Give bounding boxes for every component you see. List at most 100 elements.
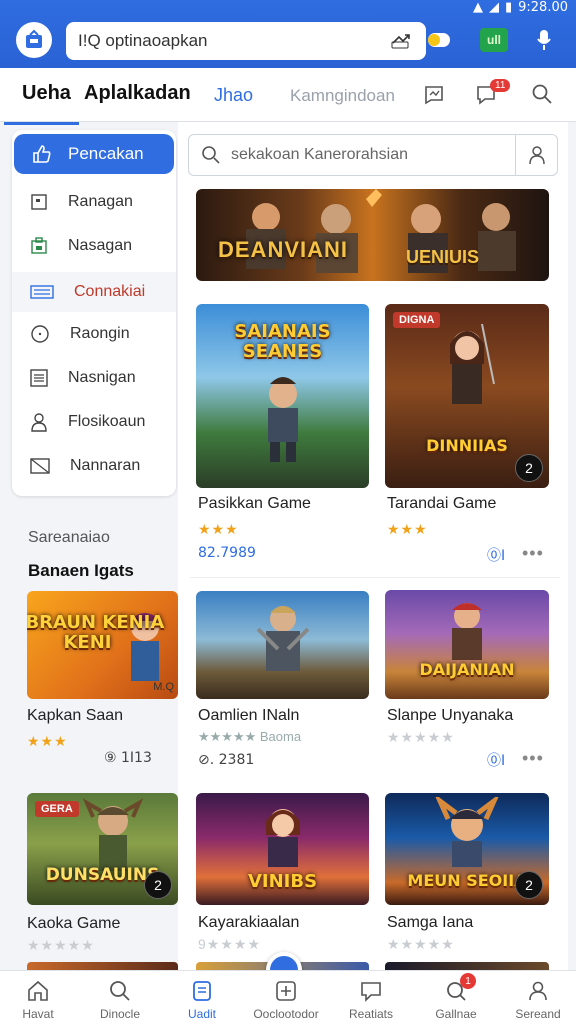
game-card-image[interactable]: DAIJANIAN — [385, 590, 549, 699]
more-options-icon[interactable]: ••• — [522, 543, 544, 564]
nav-label: Gallnae — [435, 1007, 477, 1021]
apps-icon — [193, 981, 211, 1001]
tab-kamngindoan[interactable]: Kamngindoan — [290, 86, 395, 106]
sidebar-primary-label: Pencakan — [68, 144, 144, 163]
character-figure — [267, 377, 298, 462]
tab-ueha[interactable]: Ueha — [4, 82, 79, 125]
sidebar-item-nasnigan[interactable]: Nasnigan — [12, 358, 176, 398]
toggle-icon[interactable] — [426, 28, 452, 52]
info-circle-icon — [31, 325, 49, 343]
tab-jhao[interactable]: Jhao — [205, 85, 262, 125]
list-icon — [30, 369, 48, 387]
card-title[interactable]: Tarandai Game — [387, 495, 496, 513]
sidebar-item-label: Nasnigan — [68, 369, 136, 386]
game-card-image[interactable]: MEUN SEOIIA 2 — [385, 793, 549, 905]
card-logo: DAIJANIAN — [419, 660, 515, 679]
search-icon — [110, 981, 130, 1001]
card-title[interactable]: Pasikkan Game — [198, 495, 311, 513]
card-title[interactable]: Oamlien INaln — [198, 707, 299, 725]
profile-icon[interactable] — [515, 135, 557, 175]
search-icon — [202, 146, 220, 164]
browser-toolbar: ▲ ◢ ▮ 9:28.00 I!Q optinaoapkan ull — [0, 0, 576, 68]
search-box[interactable]: sekakoan Kanerorahsian — [188, 134, 558, 176]
bookmark-icon[interactable] — [422, 82, 446, 106]
search-icon[interactable] — [530, 82, 554, 106]
share-icon[interactable] — [388, 30, 414, 52]
nav-item-ooclootodor[interactable]: Ooclootodor — [250, 971, 322, 1024]
microphone-icon[interactable] — [532, 28, 556, 52]
card-title[interactable]: Kayarakiaalan — [198, 914, 299, 932]
game-card-image[interactable]: DUNSAUINS GERA 2 — [27, 793, 178, 905]
card-title[interactable]: Slanpe Unyanaka — [387, 707, 513, 725]
sidebar-item-label: Flosikoaun — [68, 413, 146, 430]
card-title[interactable]: Samga Iana — [387, 914, 473, 932]
card-corner-label: M.Q — [153, 681, 174, 693]
banner-title-left: DEANVIANI — [218, 237, 349, 262]
house-icon — [31, 237, 47, 254]
user-icon — [31, 413, 47, 432]
rating-stars: ★★★★★ — [387, 729, 455, 745]
chat-icon — [361, 982, 381, 1002]
nav-item-reatiats[interactable]: Reatiats — [335, 971, 407, 1024]
sidebar-item-connakiai[interactable]: Connakiai — [12, 272, 176, 312]
card-count-badge: 2 — [515, 871, 543, 899]
game-card-image[interactable]: VINIBS — [196, 793, 369, 905]
app-home-icon[interactable] — [16, 22, 52, 58]
sidebar-primary-button[interactable]: Pencakan — [14, 134, 174, 174]
plus-square-icon — [276, 981, 296, 1001]
wifi-icon: ◢ — [488, 0, 499, 15]
featured-banner[interactable]: DEANVIANI UENIUIS — [196, 189, 549, 281]
nav-item-dinocle[interactable]: Dinocle — [84, 971, 156, 1024]
card-logo: GBRAUN KENIA KENI — [27, 612, 165, 653]
nav-item-uadit[interactable]: Uadit — [166, 971, 238, 1024]
more-options-icon[interactable]: ••• — [522, 748, 544, 769]
card-tag: DIGNA — [393, 312, 441, 328]
nav-label: Uadit — [187, 1007, 216, 1021]
card-subline: ★★★★★ Baoma — [198, 729, 302, 744]
card-logo: VINIBS — [247, 871, 318, 892]
sidebar-item-ranagan[interactable]: Ranagan — [12, 182, 176, 222]
sidebar-item-label: Nannaran — [70, 457, 141, 474]
game-card-image[interactable]: GBRAUN KENIA KENI M.Q — [27, 591, 178, 699]
character-figure — [256, 606, 309, 671]
game-card-image[interactable] — [196, 591, 369, 699]
signal-icon: ▲ — [472, 0, 483, 15]
card-logo: DINNIIAS — [426, 436, 508, 455]
sidebar-item-nannaran[interactable]: Nannaran — [12, 446, 176, 486]
sidebar-item-flosikoaun[interactable]: Flosikoaun — [12, 402, 176, 442]
notification-badge: 11 — [490, 79, 511, 92]
game-card-image[interactable]: SAIANAIS SEANES — [196, 304, 369, 488]
nav-label: Reatiats — [348, 1007, 394, 1021]
sidebar-item-label: Nasagan — [68, 237, 133, 254]
next-card-peek — [385, 962, 549, 970]
nav-item-sereand[interactable]: Sereand — [502, 971, 574, 1024]
nav-label: Havat — [22, 1007, 54, 1021]
card-count-badge: 2 — [515, 454, 543, 482]
category-tabs: Ueha Aplalkadan Jhao Kamngindoan — [0, 68, 576, 125]
thumbs-up-icon — [33, 145, 51, 163]
card-title[interactable]: Kapkan Saan — [27, 707, 123, 725]
card-title[interactable]: Kaoka Game — [27, 915, 120, 933]
sidebar-item-raongin[interactable]: Raongin — [12, 314, 176, 354]
window-icon — [31, 194, 47, 210]
card-meta: ⓪I — [487, 753, 506, 769]
url-bar[interactable]: I!Q optinaoapkan — [66, 22, 426, 60]
status-time: 9:28.00 — [518, 0, 568, 15]
rating-stars: ★★★★★ — [387, 936, 455, 952]
rating-stars: ★★★ — [198, 521, 239, 537]
rating-stars: 9★★★★ — [198, 936, 261, 952]
sidebar-item-nasagan[interactable]: Nasagan — [12, 226, 176, 266]
sidebar-item-label: Connakiai — [74, 283, 146, 300]
sidebar-item-label: Raongin — [70, 325, 130, 342]
row-divider — [190, 577, 560, 578]
search-input[interactable]: sekakoan Kanerorahsian — [221, 146, 515, 164]
tab-aplalkadan[interactable]: Aplalkadan — [84, 82, 191, 105]
rating-stars: ★★★ — [27, 733, 68, 749]
card-tag: GERA — [35, 801, 79, 817]
nav-item-gallnae[interactable]: Gallnae 1 — [420, 971, 492, 1024]
game-card-image[interactable]: DINNIIAS DIGNA 2 — [385, 304, 549, 488]
home-icon — [28, 980, 48, 1001]
nav-item-havat[interactable]: Havat — [2, 971, 74, 1024]
next-card-peek — [27, 962, 178, 970]
extension-icon[interactable]: ull — [480, 28, 508, 52]
